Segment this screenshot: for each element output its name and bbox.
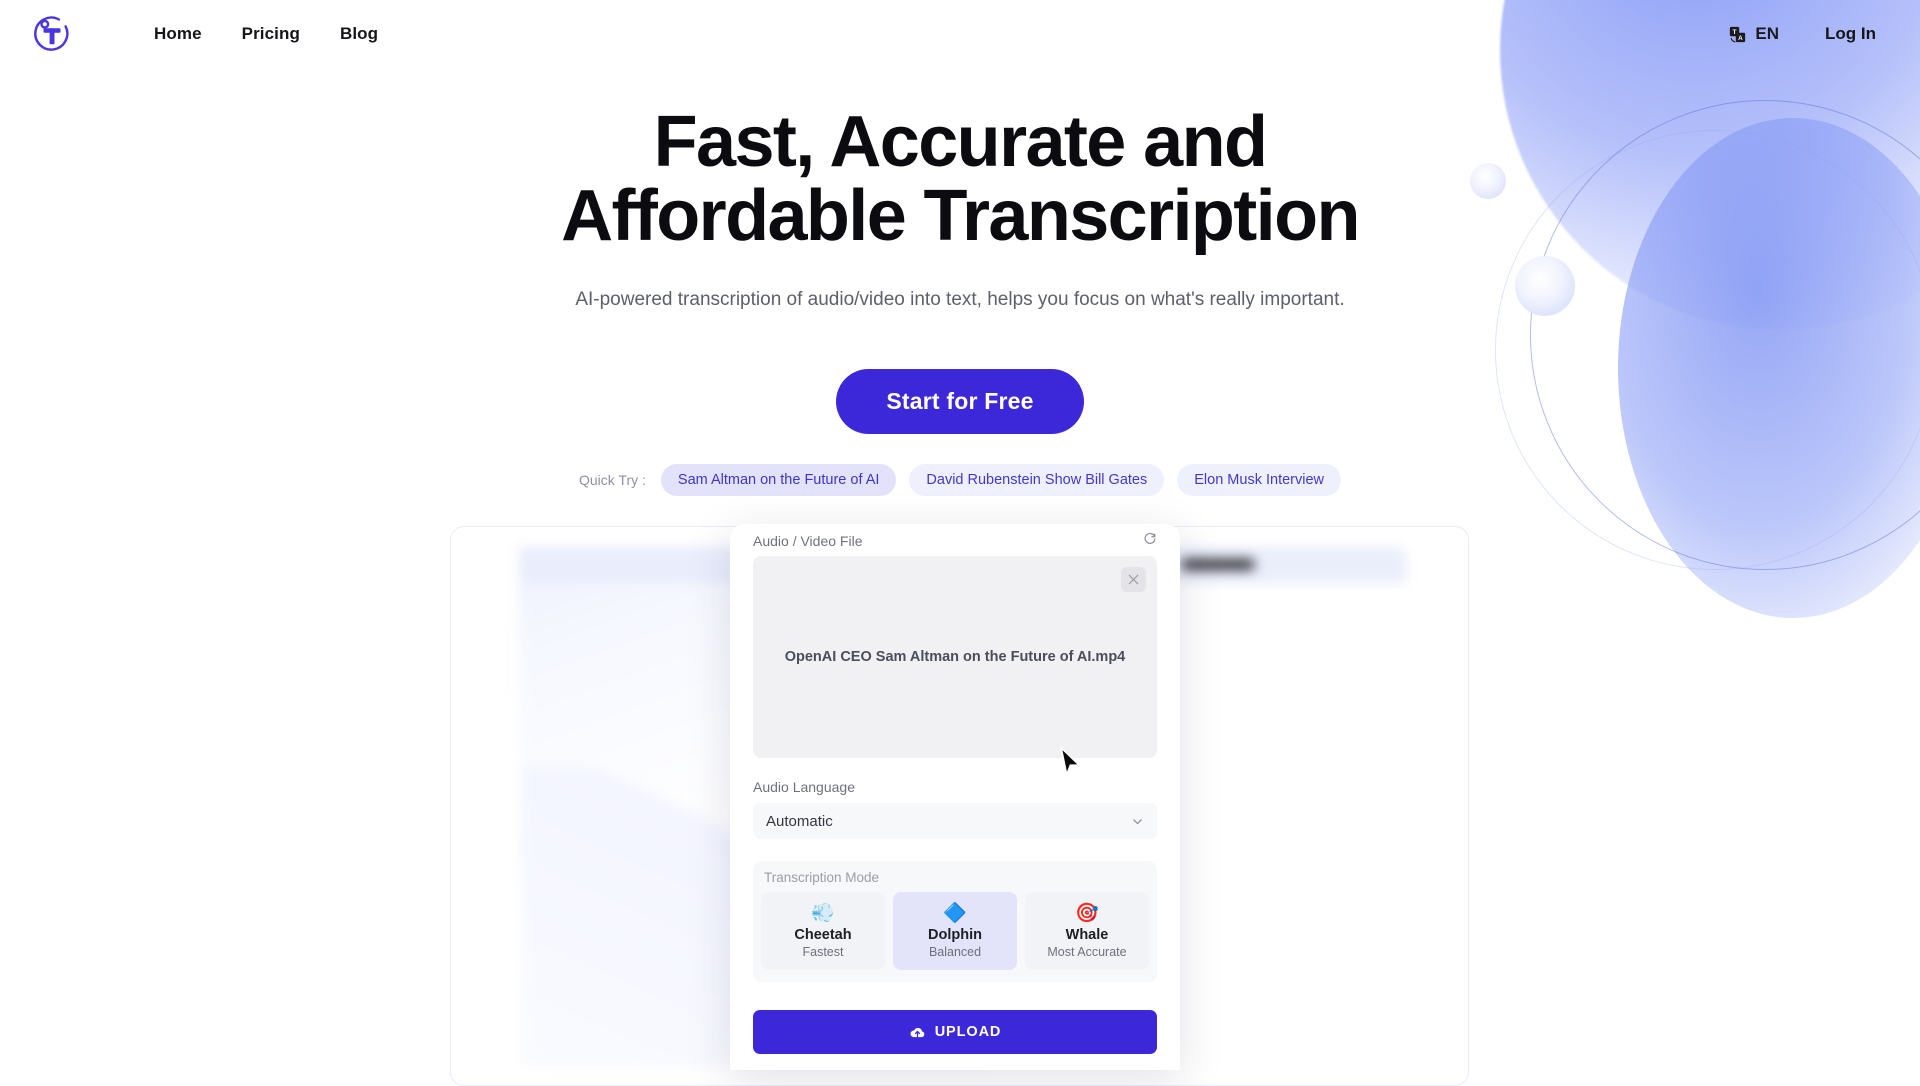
mode-option-dolphin[interactable]: 🔷 Dolphin Balanced: [893, 892, 1017, 970]
upload-modal: Audio / Video File OpenAI CEO Sam Altman…: [730, 524, 1180, 1070]
nav-item-pricing[interactable]: Pricing: [222, 24, 320, 44]
audio-language-label: Audio Language: [753, 779, 1157, 795]
svg-text:A: A: [1739, 35, 1744, 42]
chevron-down-icon: [1131, 815, 1144, 828]
audio-language-value: Automatic: [766, 813, 833, 830]
quick-try-row: Quick Try : Sam Altman on the Future of …: [0, 464, 1920, 496]
file-section-header: Audio / Video File: [753, 524, 1157, 550]
mode-name-dolphin: Dolphin: [897, 927, 1013, 943]
nav-item-blog[interactable]: Blog: [320, 24, 398, 44]
audio-language-select[interactable]: Automatic: [753, 803, 1157, 839]
cloud-upload-icon: [909, 1024, 926, 1041]
blurred-text-line: [1182, 559, 1254, 570]
transcription-mode-options: 💨 Cheetah Fastest 🔷 Dolphin Balanced 🎯 W…: [761, 892, 1149, 970]
page-title-line-1: Fast, Accurate and: [654, 102, 1267, 182]
mode-option-whale[interactable]: 🎯 Whale Most Accurate: [1025, 892, 1149, 970]
quick-try-chip-sam-altman[interactable]: Sam Altman on the Future of AI: [661, 464, 897, 496]
file-dropzone[interactable]: OpenAI CEO Sam Altman on the Future of A…: [753, 556, 1157, 758]
quick-try-label: Quick Try :: [579, 472, 646, 488]
page-title: Fast, Accurate and Affordable Transcript…: [0, 105, 1920, 253]
refresh-icon[interactable]: [1143, 532, 1157, 551]
nav-item-home[interactable]: Home: [134, 24, 222, 44]
uploaded-file-name: OpenAI CEO Sam Altman on the Future of A…: [785, 649, 1126, 665]
transcription-mode-title: Transcription Mode: [761, 870, 1149, 892]
transcription-mode-group: Transcription Mode 💨 Cheetah Fastest 🔷 D…: [753, 861, 1157, 982]
main-nav: Home Pricing Blog: [134, 24, 398, 44]
quick-try-chip-david-rubenstein[interactable]: David Rubenstein Show Bill Gates: [909, 464, 1164, 496]
quick-try-chip-elon-musk[interactable]: Elon Musk Interview: [1177, 464, 1341, 496]
language-code: EN: [1755, 24, 1779, 44]
whale-icon: 🎯: [1029, 903, 1145, 925]
translate-icon: T A: [1729, 26, 1746, 43]
mode-option-cheetah[interactable]: 💨 Cheetah Fastest: [761, 892, 885, 970]
hero-section: Fast, Accurate and Affordable Transcript…: [0, 0, 1920, 496]
close-icon: [1127, 573, 1140, 586]
file-section-label: Audio / Video File: [753, 533, 862, 549]
language-selector[interactable]: T A EN: [1729, 24, 1779, 44]
page-title-line-2: Affordable Transcription: [561, 176, 1359, 256]
logo-icon: [32, 14, 72, 54]
login-link[interactable]: Log In: [1825, 24, 1876, 44]
upload-button-label: UPLOAD: [935, 1024, 1002, 1040]
brand-logo[interactable]: [32, 14, 72, 54]
upload-button[interactable]: UPLOAD: [753, 1010, 1157, 1054]
mode-desc-cheetah: Fastest: [765, 945, 881, 959]
cheetah-icon: 💨: [765, 903, 881, 925]
hero-subtitle: AI-powered transcription of audio/video …: [0, 289, 1920, 311]
site-header: Home Pricing Blog T A EN Log In: [0, 0, 1920, 68]
header-actions: T A EN Log In: [1729, 24, 1876, 44]
mode-name-cheetah: Cheetah: [765, 927, 881, 943]
mode-name-whale: Whale: [1029, 927, 1145, 943]
remove-file-button[interactable]: [1121, 567, 1146, 592]
dolphin-icon: 🔷: [897, 903, 1013, 925]
mode-desc-whale: Most Accurate: [1029, 945, 1145, 959]
start-for-free-button[interactable]: Start for Free: [836, 369, 1083, 434]
mode-desc-dolphin: Balanced: [897, 945, 1013, 959]
